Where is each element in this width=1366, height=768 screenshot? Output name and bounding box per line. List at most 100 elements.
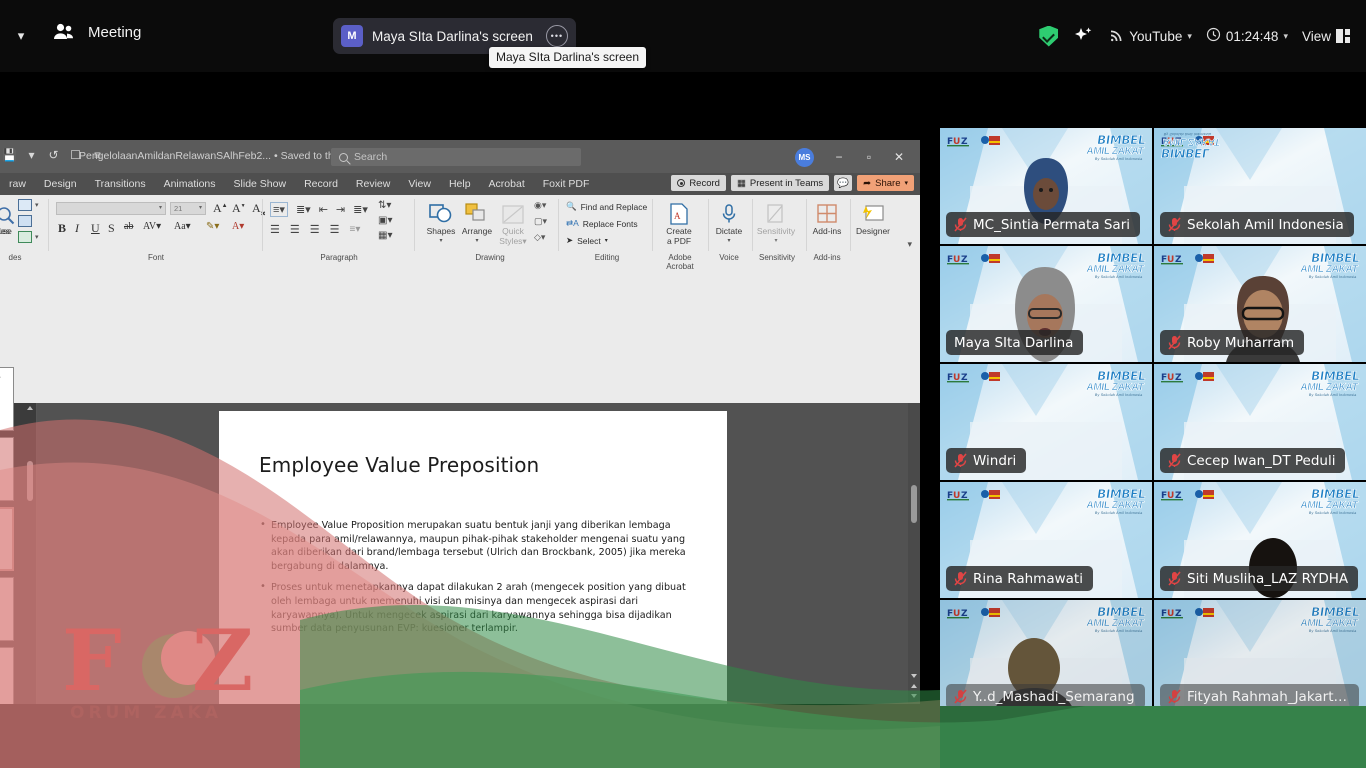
previous-slide-icon[interactable] [911, 674, 917, 678]
record-button[interactable]: Record [671, 175, 726, 191]
slide-thumbnail-rail[interactable]: ianrelaren [0, 367, 24, 704]
participant-tile[interactable]: FUZ BIMBEL AMIL ZAKAT By Sekolah Amil In… [940, 128, 1152, 244]
collapse-ribbon-icon[interactable]: ▾ [907, 239, 912, 250]
character-spacing-button[interactable]: AV▾ [143, 221, 161, 232]
participant-tile[interactable]: FUZ BIMBEL AMIL ZAKAT By Sekolah Amil In… [1154, 364, 1366, 480]
line-spacing-button[interactable]: ≣▾ [353, 203, 368, 216]
tab-design[interactable]: Design [35, 178, 86, 190]
bold-button[interactable]: B [58, 221, 66, 236]
undo-icon[interactable]: ↺ [46, 147, 61, 163]
smartart-button[interactable]: ▦▾ [378, 230, 392, 241]
justify-button[interactable]: ☰ [330, 223, 340, 236]
slide-thumbnail[interactable] [0, 437, 14, 501]
participant-tile[interactable]: FUZ BIMBEL AMIL ZAKAT By Sekolah Amil In… [940, 364, 1152, 480]
youtube-cast-item[interactable]: YouTube ▾ [1101, 18, 1199, 54]
participant-tile[interactable]: FUZ BIMBEL AMIL ZAKAT By Sekolah Amil In… [940, 246, 1152, 362]
strikethrough-button[interactable]: ab [124, 221, 133, 232]
shape-outline-button[interactable]: ▢▾ [534, 216, 547, 227]
comment-icon[interactable]: 💬 [834, 175, 853, 191]
participant-tile[interactable]: FUZ BIMBEL AMIL ZAKAT By Sekolah Amil In… [1154, 600, 1366, 706]
italic-button[interactable]: I [75, 221, 79, 236]
text-shadow-button[interactable]: S [108, 221, 115, 236]
participant-tile[interactable]: FUZ BIMBEL AMIL ZAKAT By Sekolah Amil In… [940, 600, 1152, 706]
share-button[interactable]: ➦ Share ▾ [857, 175, 914, 191]
text-direction-button[interactable]: ⇅▾ [378, 200, 392, 211]
shape-fill-button[interactable]: ◉▾ [534, 200, 547, 211]
tab-record[interactable]: Record [295, 178, 347, 190]
document-title[interactable]: PengelolaanAmildanRelawanSAlhFeb2... • S… [79, 150, 367, 162]
participant-tile[interactable]: FUZ BIMBEL AMIL ZAKAT By Sekolah Amil In… [1154, 246, 1366, 362]
decrease-font-size-icon[interactable]: A▼ [232, 201, 246, 216]
sparkle-icon[interactable] [1065, 18, 1101, 54]
shapes-button[interactable]: Shapes ▾ [423, 199, 459, 244]
slide-thumbnail[interactable]: ianrelaren [0, 367, 14, 431]
search-input[interactable]: Search [331, 148, 581, 166]
font-color-button[interactable]: A▾ [232, 221, 244, 232]
align-center-button[interactable]: ☰ [290, 223, 300, 236]
scrollbar-thumb[interactable] [27, 461, 33, 501]
scroll-up-icon[interactable] [27, 406, 33, 410]
select-button[interactable]: ➤ Select ▾ [566, 235, 608, 246]
align-text-button[interactable]: ▣▾ [378, 215, 392, 226]
shield-check-icon[interactable] [1032, 18, 1065, 54]
sensitivity-button[interactable]: Sensitivity ▾ [754, 199, 798, 244]
tab-foxit-pdf[interactable]: Foxit PDF [534, 178, 599, 190]
create-pdf-button[interactable]: A Create a PDF [658, 199, 700, 247]
tab-help[interactable]: Help [440, 178, 480, 190]
increase-indent-button[interactable]: ⇥ [336, 203, 345, 216]
present-in-teams-button[interactable]: ▦ Present in Teams [730, 175, 830, 191]
meeting-timer-item[interactable]: 01:24:48 ▾ [1199, 18, 1295, 54]
add-ins-button[interactable]: Add-ins [808, 199, 846, 237]
scrollbar-thumb[interactable] [911, 485, 917, 523]
text-highlight-button[interactable]: ✎▾ [206, 221, 219, 232]
underline-button[interactable]: U [91, 221, 100, 236]
chevron-down-icon[interactable]: ▾ [24, 147, 39, 163]
slides-button[interactable]: des [0, 225, 20, 237]
slide-thumbnail[interactable] [0, 577, 14, 641]
tab-draw[interactable]: raw [0, 178, 35, 190]
minimize-button[interactable]: − [824, 146, 854, 168]
view-button[interactable]: View [1295, 18, 1358, 54]
thumbnail-scrollbar[interactable] [24, 403, 36, 704]
tab-slide-show[interactable]: Slide Show [225, 178, 296, 190]
font-family-input[interactable]: ▾ [56, 202, 166, 215]
tab-animations[interactable]: Animations [155, 178, 225, 190]
tab-transitions[interactable]: Transitions [86, 178, 155, 190]
replace-fonts-button[interactable]: ⇄A Replace Fonts [566, 218, 638, 229]
numbering-button[interactable]: ≣▾ [296, 203, 311, 216]
participant-tile[interactable]: FUZ BIMBEL AMIL ZAKAT By Sekolah Amil In… [1154, 128, 1366, 244]
arrange-button[interactable]: Arrange ▾ [458, 199, 496, 244]
tab-view[interactable]: View [399, 178, 440, 190]
dictate-button[interactable]: Dictate ▾ [712, 199, 746, 244]
shape-effects-button[interactable]: ◇▾ [534, 232, 547, 243]
current-slide[interactable]: Employee Value Preposition Employee Valu… [219, 411, 727, 704]
find-and-replace-button[interactable]: 🔍 Find and Replace [566, 201, 647, 212]
close-button[interactable]: ✕ [884, 146, 914, 168]
font-size-input[interactable]: 21 ▾ [170, 202, 206, 215]
slides-layout-buttons[interactable]: ▾ ▾ [18, 199, 39, 243]
align-left-button[interactable]: ☰ [270, 223, 280, 236]
account-avatar[interactable]: MS [795, 148, 814, 167]
align-right-button[interactable]: ☰ [310, 223, 320, 236]
quick-styles-button[interactable]: Quick Styles▾ [495, 199, 531, 247]
change-case-button[interactable]: Aa▾ [174, 221, 191, 232]
tab-review[interactable]: Review [347, 178, 399, 190]
participant-tile[interactable]: FUZ BIMBEL AMIL ZAKAT By Sekolah Amil In… [1154, 482, 1366, 598]
next-slide-icon[interactable] [911, 684, 917, 688]
columns-button[interactable]: ≡▾ [350, 224, 361, 235]
bullets-button[interactable]: ≡▾ [270, 202, 288, 217]
participant-tile[interactable]: FUZ BIMBEL AMIL ZAKAT By Sekolah Amil In… [940, 482, 1152, 598]
autosave-icon[interactable]: 💾 [2, 147, 17, 163]
maximize-button[interactable]: ▫ [854, 146, 884, 168]
meeting-indicator[interactable]: Meeting [52, 22, 141, 42]
more-options-icon[interactable]: ••• [545, 25, 568, 47]
decrease-indent-button[interactable]: ⇤ [319, 203, 328, 216]
tab-acrobat[interactable]: Acrobat [480, 178, 534, 190]
clear-formatting-icon[interactable]: A✖ [252, 201, 266, 217]
slide-scrollbar[interactable] [908, 403, 920, 704]
chevron-down-icon[interactable]: ▾ [8, 24, 34, 48]
slide-thumbnail[interactable] [0, 647, 14, 704]
slide-thumbnail-selected[interactable] [0, 507, 14, 571]
scroll-down-icon[interactable] [911, 694, 917, 698]
increase-font-size-icon[interactable]: A▲ [213, 201, 228, 216]
